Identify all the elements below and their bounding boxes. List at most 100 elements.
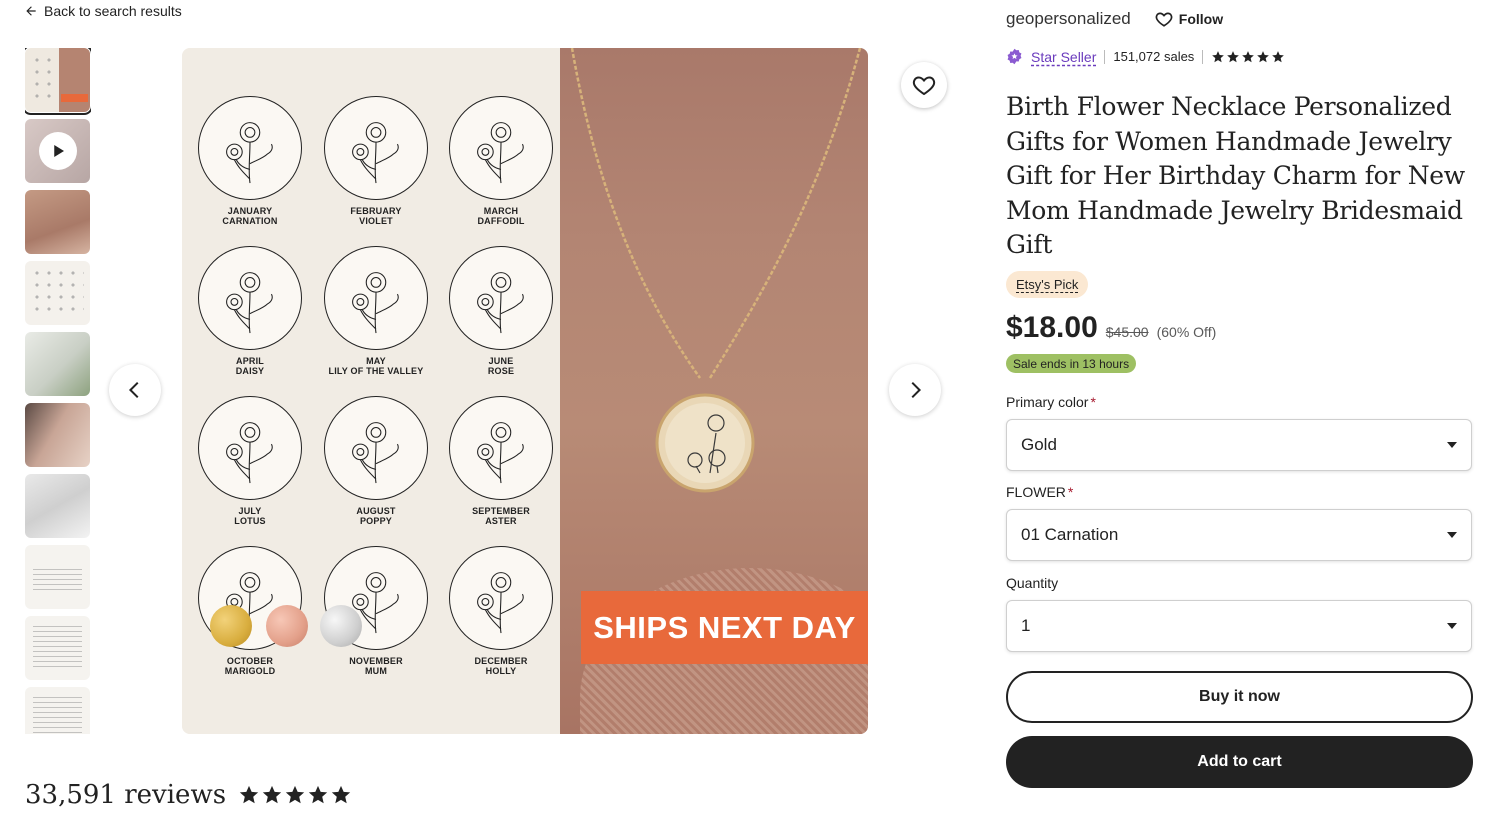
flower-drawing xyxy=(198,96,302,200)
divider xyxy=(1202,49,1204,64)
flower-month: MAY xyxy=(366,356,386,366)
flower-month: MARCH xyxy=(483,206,519,216)
add-to-cart-button[interactable]: Add to cart xyxy=(1006,736,1473,788)
caret-down-icon xyxy=(1447,442,1457,448)
sale-price: $18.00 xyxy=(1006,311,1098,344)
flower-cell: FEBRUARY VIOLET xyxy=(314,96,440,246)
flower-cell: JANUARY CARNATION xyxy=(188,96,314,246)
primary-color-select[interactable]: Gold xyxy=(1006,419,1472,471)
thumbnail-video[interactable] xyxy=(25,119,90,183)
flower-drawing xyxy=(324,396,428,500)
flower-drawing xyxy=(449,396,553,500)
main-product-image[interactable]: JANUARY CARNATION FEBRUARY VIOLET MARCH DAFFO… xyxy=(182,48,868,734)
thumbnail-5[interactable] xyxy=(25,332,90,396)
chevron-right-icon xyxy=(911,381,922,399)
flower-name: HOLLY xyxy=(485,666,517,676)
primary-color-value: Gold xyxy=(1021,435,1057,454)
etsys-pick-badge[interactable]: Etsy's Pick xyxy=(1006,271,1089,298)
flower-drawing xyxy=(449,246,553,350)
flower-name: ROSE xyxy=(487,366,515,376)
silver-swatch xyxy=(320,605,362,647)
ships-next-day-badge: SHIPS NEXT DAY xyxy=(581,591,868,664)
flower-cell: AUGUST POPPY xyxy=(314,396,440,546)
thumbnail-1[interactable] xyxy=(25,48,91,115)
star-seller-label: Star Seller xyxy=(1031,48,1097,65)
flower-month: AUGUST xyxy=(356,506,396,516)
heart-icon xyxy=(912,76,936,96)
star-seller-medal-icon xyxy=(1007,48,1022,65)
star-icon xyxy=(1212,50,1225,62)
buy-it-now-button[interactable]: Buy it now xyxy=(1006,671,1473,723)
star-icon xyxy=(331,785,351,804)
necklace-photo: SHIPS NEXT DAY xyxy=(560,48,868,734)
flower-name: DAISY xyxy=(235,366,265,376)
shop-name-link[interactable]: geopersonalized xyxy=(1006,9,1131,29)
flower-name: DAFFODIL xyxy=(477,216,525,226)
star-icon xyxy=(1227,50,1240,62)
primary-color-label: Primary color * xyxy=(1006,394,1096,410)
quantity-select[interactable]: 1 xyxy=(1006,600,1472,652)
thumbnail-3[interactable] xyxy=(25,190,90,254)
rose-gold-swatch xyxy=(266,605,308,647)
follow-label: Follow xyxy=(1178,11,1224,27)
sales-count: 151,072 sales xyxy=(1113,49,1195,64)
price-row: $18.00 $45.00 (60% Off) xyxy=(1006,311,1216,345)
flower-name: MUM xyxy=(364,666,388,676)
reviews-stars xyxy=(238,784,352,806)
required-marker: * xyxy=(1067,484,1074,500)
flower-cell: APRIL DAISY xyxy=(188,246,314,396)
thumbnail-8[interactable] xyxy=(25,545,90,609)
star-icon xyxy=(308,785,328,804)
flower-drawing xyxy=(324,246,428,350)
play-icon xyxy=(39,132,77,170)
flower-name: ASTER xyxy=(485,516,517,526)
thumbnail-strip[interactable] xyxy=(25,48,91,734)
primary-color-label-text: Primary color xyxy=(1006,394,1089,410)
flower-month: JANUARY xyxy=(227,206,273,216)
reviews-count: 33,591 reviews xyxy=(25,780,227,810)
thumbnail-10[interactable] xyxy=(25,687,90,734)
heart-outline-icon xyxy=(1155,12,1173,27)
back-link-label: Back to search results xyxy=(44,3,182,19)
thumbnail-7[interactable] xyxy=(25,474,90,538)
reviews-summary[interactable]: 33,591 reviews xyxy=(25,780,352,810)
flower-month: FEBRUARY xyxy=(350,206,402,216)
shop-rating-stars[interactable] xyxy=(1211,50,1285,64)
flower-month: JUNE xyxy=(488,356,514,366)
flower-value: 01 Carnation xyxy=(1021,525,1119,544)
flower-label-text: FLOWER xyxy=(1006,484,1066,500)
quantity-value: 1 xyxy=(1021,616,1031,635)
favorite-button[interactable] xyxy=(901,62,947,108)
flower-cell: JUNE ROSE xyxy=(439,246,565,396)
flower-cell: DECEMBER HOLLY xyxy=(439,546,565,696)
previous-image-button[interactable] xyxy=(109,364,161,416)
flower-select[interactable]: 01 Carnation xyxy=(1006,509,1472,561)
caret-down-icon xyxy=(1447,623,1457,629)
thumbnail-4[interactable] xyxy=(25,261,90,325)
star-icon xyxy=(1257,50,1270,62)
flower-name: CARNATION xyxy=(222,216,278,226)
flower-name: MARIGOLD xyxy=(224,666,276,676)
flower-drawing xyxy=(198,246,302,350)
flower-name: LILY OF THE VALLEY xyxy=(328,366,424,376)
follow-button[interactable]: Follow xyxy=(1155,10,1223,28)
flower-label: FLOWER * xyxy=(1006,484,1073,500)
flower-cell: JULY LOTUS xyxy=(188,396,314,546)
star-icon xyxy=(262,785,282,804)
star-icon xyxy=(239,785,259,804)
arrow-left-icon xyxy=(26,6,36,16)
next-image-button[interactable] xyxy=(889,364,941,416)
back-to-search-link[interactable]: Back to search results xyxy=(24,3,182,19)
shop-row: geopersonalized Follow xyxy=(1006,9,1223,29)
flower-drawing xyxy=(449,96,553,200)
sale-ends-badge: Sale ends in 13 hours xyxy=(1006,354,1137,373)
star-seller-link[interactable]: Star Seller xyxy=(1006,48,1096,65)
flower-month: DECEMBER xyxy=(474,656,528,666)
flower-month: APRIL xyxy=(236,356,264,366)
original-price: $45.00 xyxy=(1105,324,1149,340)
flower-month: SEPTEMBER xyxy=(472,506,530,516)
flower-drawing xyxy=(324,96,428,200)
star-icon xyxy=(1242,50,1255,62)
thumbnail-6[interactable] xyxy=(25,403,90,467)
thumbnail-9[interactable] xyxy=(25,616,90,680)
